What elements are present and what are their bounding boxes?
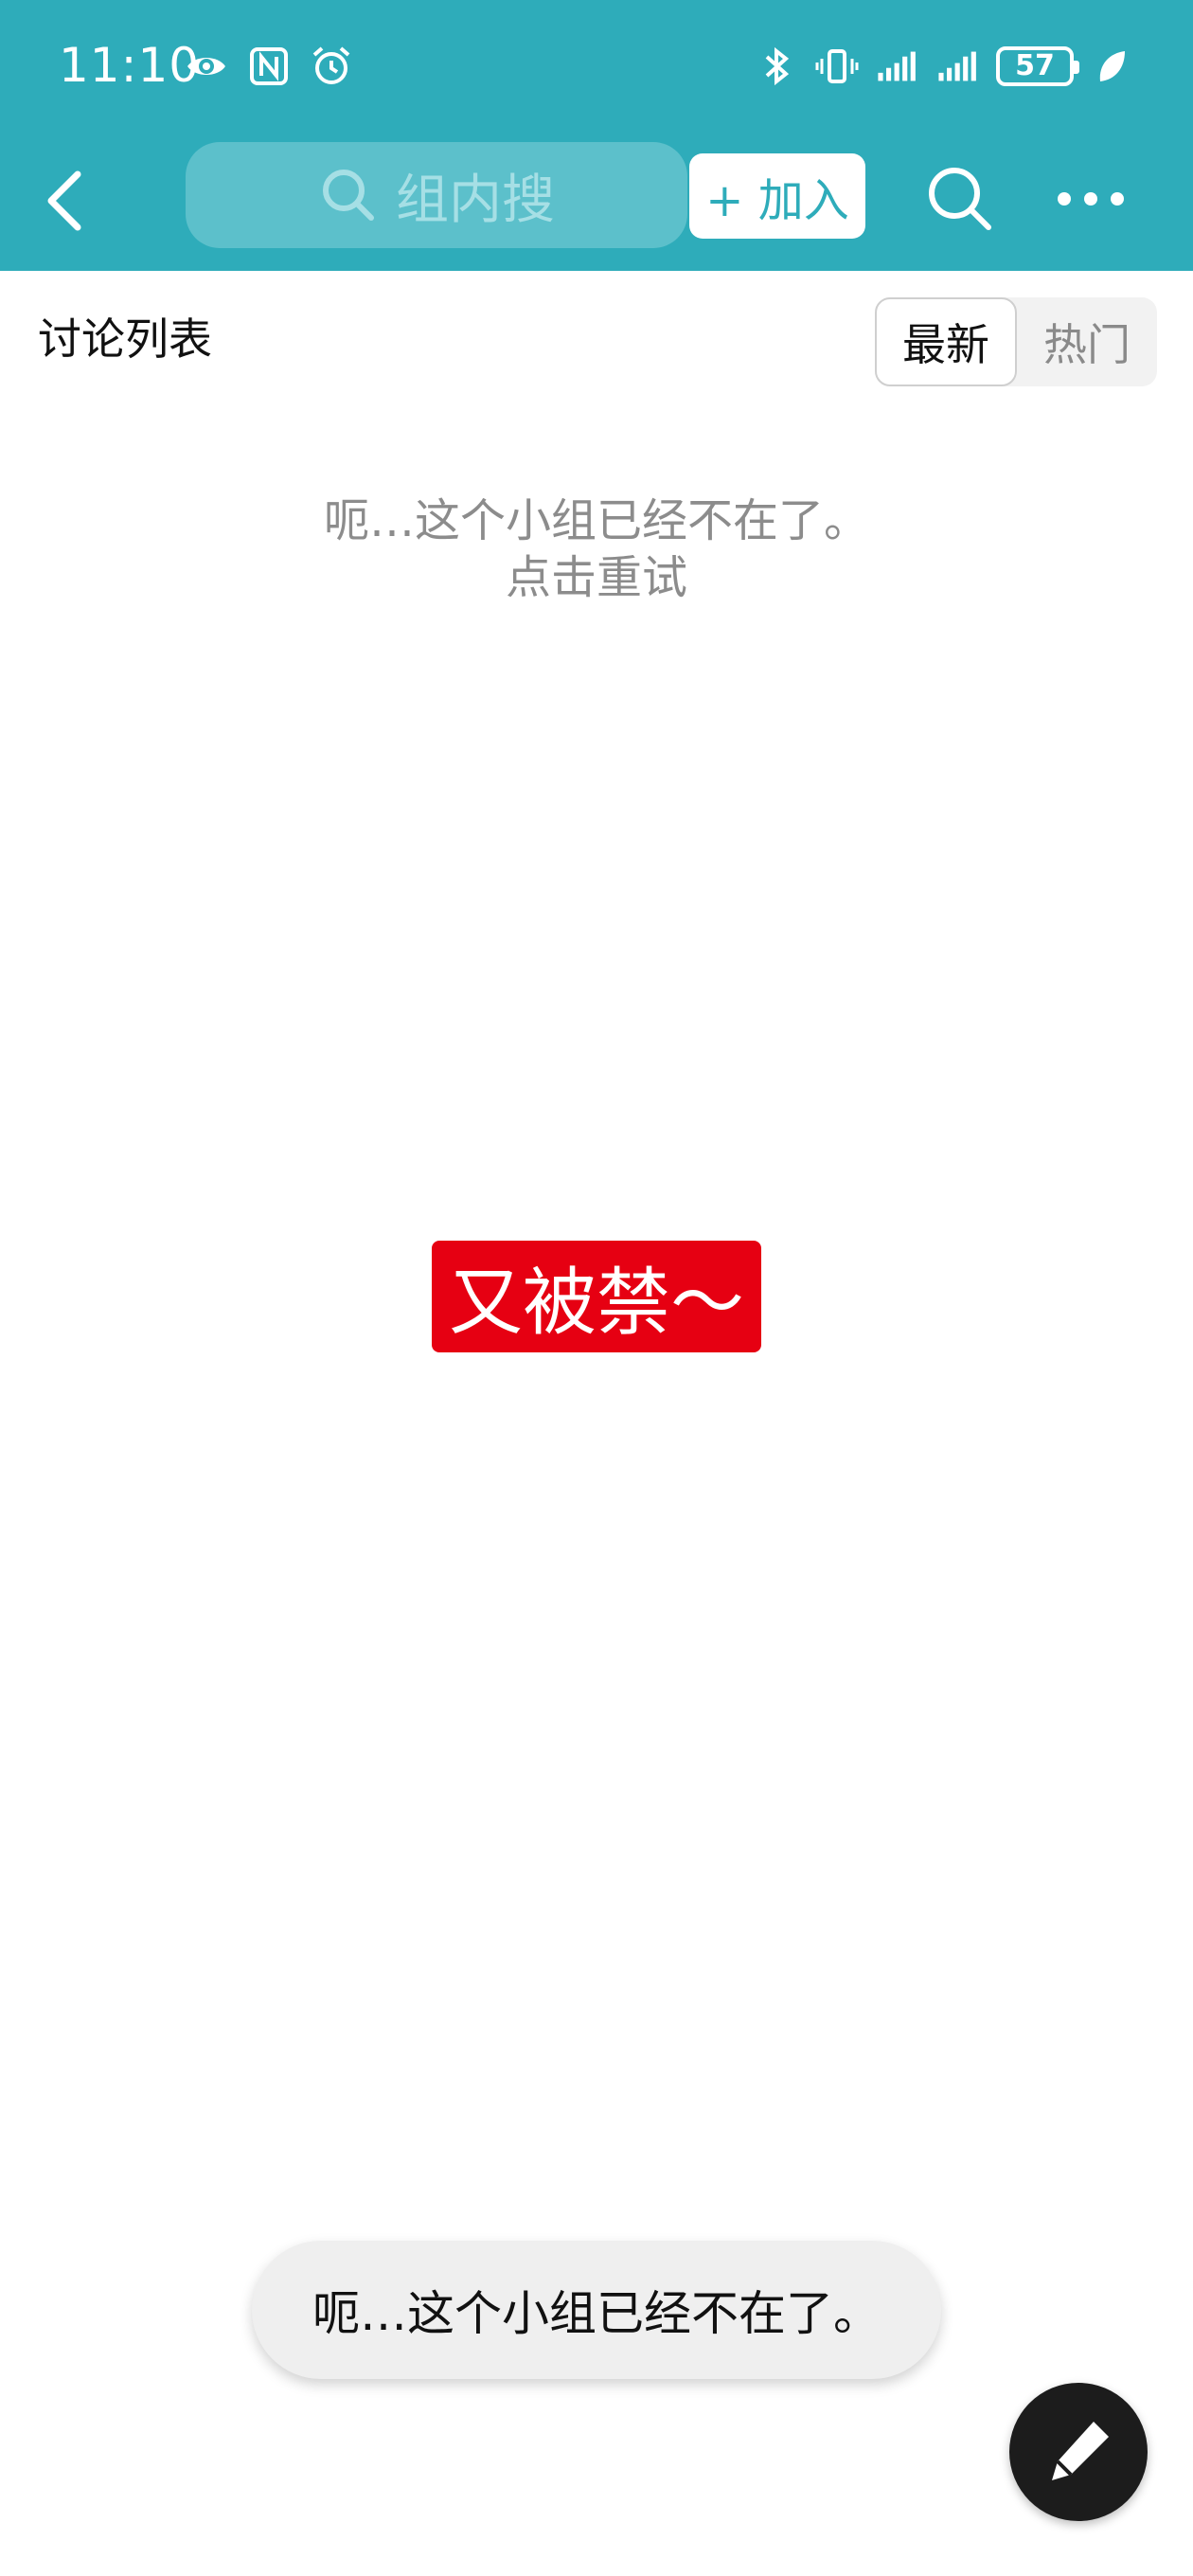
search-placeholder: 组内搜 xyxy=(396,169,555,231)
toast-message: 呃…这个小组已经不在了。 xyxy=(252,2241,941,2379)
pen-icon xyxy=(1052,2422,1109,2480)
status-time: 11:10 xyxy=(59,38,201,93)
tab-hot[interactable]: 热门 xyxy=(1017,297,1157,386)
app-header: 11:10 57 组内搜 + 加入 xyxy=(0,0,1193,271)
sort-toggle: 最新 热门 xyxy=(875,297,1157,386)
search-icon xyxy=(323,170,374,221)
back-icon[interactable] xyxy=(28,161,108,241)
leaf-icon xyxy=(1099,51,1125,81)
nav-bar: 组内搜 + 加入 xyxy=(0,133,1193,271)
banned-sticker: 又被禁～ xyxy=(432,1241,761,1352)
alarm-icon xyxy=(312,46,350,84)
compose-button[interactable] xyxy=(1009,2383,1148,2521)
retry-link[interactable]: 点击重试 xyxy=(0,549,1193,606)
tab-latest[interactable]: 最新 xyxy=(875,297,1017,386)
status-icons-left xyxy=(184,44,354,89)
status-icons-right: 57 xyxy=(754,44,1134,89)
discussion-section-header: 讨论列表 最新 热门 xyxy=(0,271,1193,394)
nfc-icon xyxy=(250,47,288,85)
search-icon[interactable] xyxy=(920,159,998,237)
vibrate-icon xyxy=(815,49,859,83)
more-icon[interactable] xyxy=(1051,170,1131,227)
bluetooth-icon xyxy=(765,46,790,86)
eye-icon xyxy=(187,58,225,75)
group-search-input[interactable]: 组内搜 xyxy=(186,142,687,248)
signal-icon xyxy=(878,51,916,81)
battery-icon: 57 xyxy=(996,46,1079,86)
signal-icon xyxy=(938,51,976,81)
empty-message: 呃…这个小组已经不在了。 xyxy=(323,494,869,547)
battery-level: 57 xyxy=(1015,49,1055,82)
empty-state: 呃…这个小组已经不在了。 点击重试 xyxy=(0,492,1193,606)
status-bar: 11:10 57 xyxy=(0,0,1193,133)
join-button[interactable]: + 加入 xyxy=(689,153,865,239)
section-title: 讨论列表 xyxy=(38,313,212,365)
